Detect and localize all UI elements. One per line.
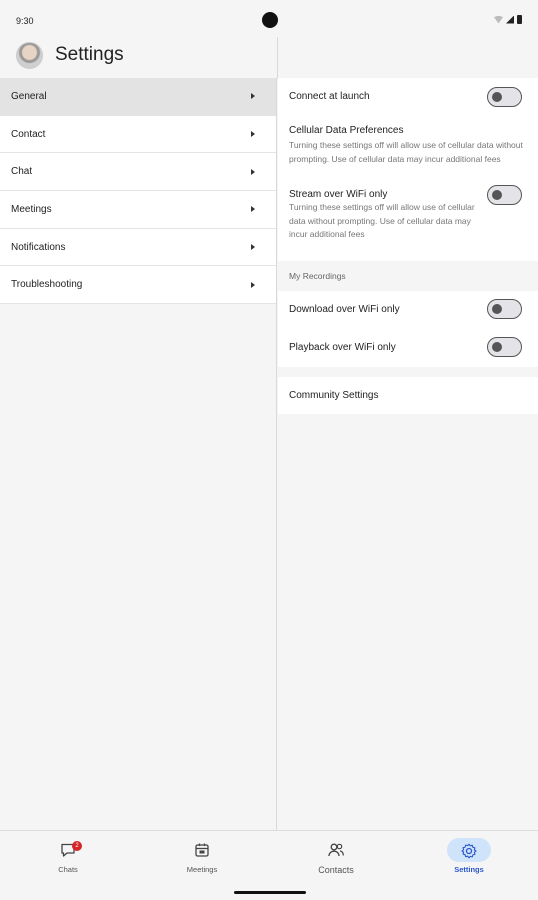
- menu-item-chat[interactable]: Chat: [0, 153, 276, 192]
- stream-wifi-description: Turning these settings off will allow us…: [289, 202, 475, 239]
- community-settings-row[interactable]: Community Settings: [278, 377, 538, 414]
- cellular-data-preferences: Cellular Data Preferences Turning these …: [278, 116, 538, 187]
- battery-icon: [517, 15, 522, 24]
- chevron-right-icon: [251, 281, 255, 288]
- menu-item-label: Notifications: [11, 241, 66, 253]
- menu-item-label: Chat: [11, 166, 33, 178]
- bottom-navigation: 2 Chats Meetings Contacts Settings: [0, 830, 538, 900]
- stream-wifi-row: Stream over WiFi only Turning these sett…: [278, 185, 538, 261]
- settings-menu: General Contact Chat Meetings Notificati…: [0, 78, 277, 830]
- menu-item-label: Meetings: [11, 203, 52, 215]
- nav-label: Settings: [454, 865, 484, 874]
- pane-divider: [277, 37, 278, 78]
- nav-label: Meetings: [186, 865, 218, 874]
- menu-item-troubleshooting[interactable]: Troubleshooting: [0, 266, 276, 305]
- stream-wifi-label: Stream over WiFi only: [289, 189, 388, 200]
- menu-item-meetings[interactable]: Meetings: [0, 191, 276, 229]
- wifi-icon: [494, 15, 503, 24]
- community-settings-label: Community Settings: [289, 390, 379, 401]
- menu-item-general[interactable]: General: [0, 78, 276, 116]
- toggle-knob: [492, 304, 502, 314]
- nav-label: Chats: [58, 865, 78, 874]
- gear-icon: [461, 843, 477, 859]
- menu-item-label: Contact: [11, 128, 46, 140]
- chevron-right-icon: [251, 244, 255, 251]
- menu-item-contact[interactable]: Contact: [0, 115, 276, 154]
- chevron-right-icon: [251, 206, 255, 213]
- app-header: Settings: [0, 40, 277, 78]
- cellular-data-description: Turning these settings off will allow us…: [289, 140, 523, 164]
- status-time: 9:30: [16, 16, 34, 26]
- streaming-card: Connect at launch Cellular Data Preferen…: [278, 78, 538, 261]
- nav-chats[interactable]: 2 Chats: [1, 831, 135, 891]
- nav-settings[interactable]: Settings: [402, 831, 536, 891]
- avatar[interactable]: [16, 42, 43, 69]
- recordings-card: Download over WiFi only Playback over Wi…: [278, 291, 538, 367]
- menu-item-notifications[interactable]: Notifications: [0, 228, 276, 267]
- connect-at-launch-row: Connect at launch: [278, 78, 538, 116]
- chevron-right-icon: [251, 168, 255, 175]
- status-icons: [494, 15, 522, 24]
- contacts-icon: [328, 843, 344, 857]
- general-settings-pane: Connect at launch Cellular Data Preferen…: [278, 78, 538, 414]
- chevron-right-icon: [251, 93, 255, 100]
- connect-at-launch-toggle[interactable]: [487, 87, 522, 107]
- status-bar: 9:30: [0, 0, 538, 40]
- my-recordings-header: My Recordings: [278, 261, 538, 291]
- community-card: Community Settings: [278, 377, 538, 414]
- nav-contacts[interactable]: Contacts: [269, 831, 403, 891]
- home-indicator[interactable]: [234, 891, 306, 894]
- playback-wifi-row: Playback over WiFi only: [278, 329, 538, 367]
- cellular-signal-icon: [506, 15, 514, 24]
- toggle-knob: [492, 342, 502, 352]
- download-wifi-row: Download over WiFi only: [278, 291, 538, 329]
- cellular-data-title: Cellular Data Preferences: [289, 125, 404, 136]
- download-wifi-toggle[interactable]: [487, 299, 522, 319]
- stream-wifi-toggle[interactable]: [487, 185, 522, 205]
- playback-wifi-toggle[interactable]: [487, 337, 522, 357]
- menu-item-label: General: [11, 90, 47, 102]
- calendar-icon: [195, 843, 209, 857]
- menu-item-label: Troubleshooting: [11, 279, 83, 291]
- nav-label: Contacts: [318, 865, 354, 875]
- toggle-knob: [492, 190, 502, 200]
- chevron-right-icon: [251, 131, 255, 138]
- camera-cutout: [262, 12, 278, 28]
- toggle-knob: [492, 92, 502, 102]
- page-title: Settings: [55, 44, 124, 65]
- unread-badge: 2: [72, 841, 82, 851]
- nav-meetings[interactable]: Meetings: [135, 831, 269, 891]
